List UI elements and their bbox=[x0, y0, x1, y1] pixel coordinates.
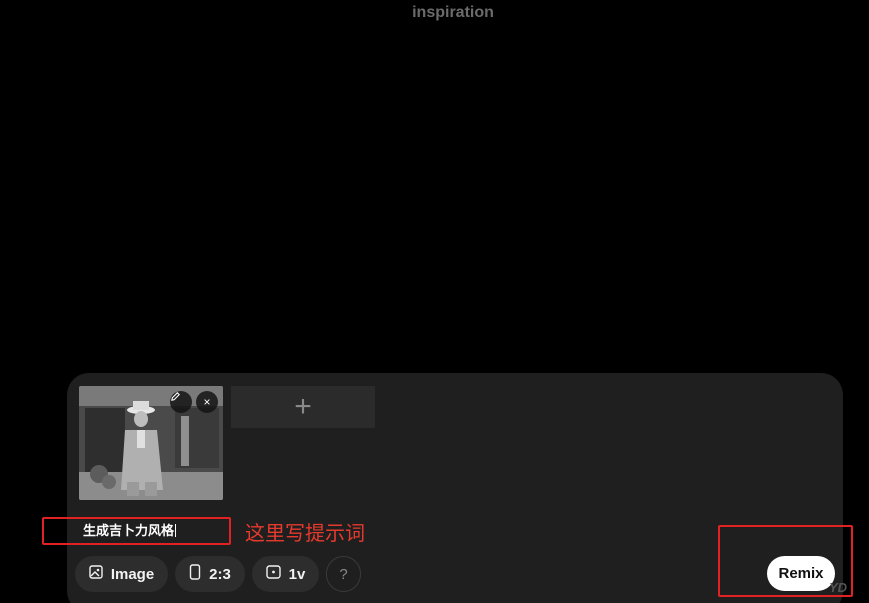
watermark-logo: YD bbox=[829, 580, 848, 595]
image-mode-label: Image bbox=[110, 565, 155, 583]
image-mode-button[interactable]: Image bbox=[75, 556, 168, 592]
variations-label: 1v bbox=[288, 565, 306, 583]
video-frame-icon bbox=[265, 565, 281, 583]
add-image-button[interactable]: + bbox=[231, 386, 375, 428]
phone-portrait-icon bbox=[189, 564, 201, 584]
variations-button[interactable]: 1v bbox=[252, 556, 319, 592]
prompt-annotation: 这里写提示词 bbox=[245, 523, 365, 545]
image-icon bbox=[89, 565, 103, 583]
prompt-input-text: 生成吉卜力风格 bbox=[83, 523, 175, 538]
close-icon: × bbox=[203, 395, 211, 409]
uploaded-image-thumbnail[interactable]: × bbox=[79, 386, 223, 500]
remove-image-button[interactable]: × bbox=[196, 391, 218, 413]
prompt-input[interactable]: 生成吉卜力风格 bbox=[83, 520, 177, 539]
page: inspiration × + 生成吉卜力风格 这里写提示词 Image 2:3… bbox=[0, 0, 869, 603]
text-caret bbox=[175, 524, 177, 537]
page-title: inspiration bbox=[412, 4, 494, 21]
question-icon: ? bbox=[339, 565, 348, 583]
aspect-ratio-button[interactable]: 2:3 bbox=[175, 556, 245, 592]
plus-icon: + bbox=[294, 390, 312, 423]
aspect-ratio-label: 2:3 bbox=[209, 565, 231, 583]
edit-image-button[interactable] bbox=[170, 391, 192, 413]
help-button[interactable]: ? bbox=[326, 556, 361, 592]
remix-button[interactable]: Remix bbox=[767, 556, 835, 591]
